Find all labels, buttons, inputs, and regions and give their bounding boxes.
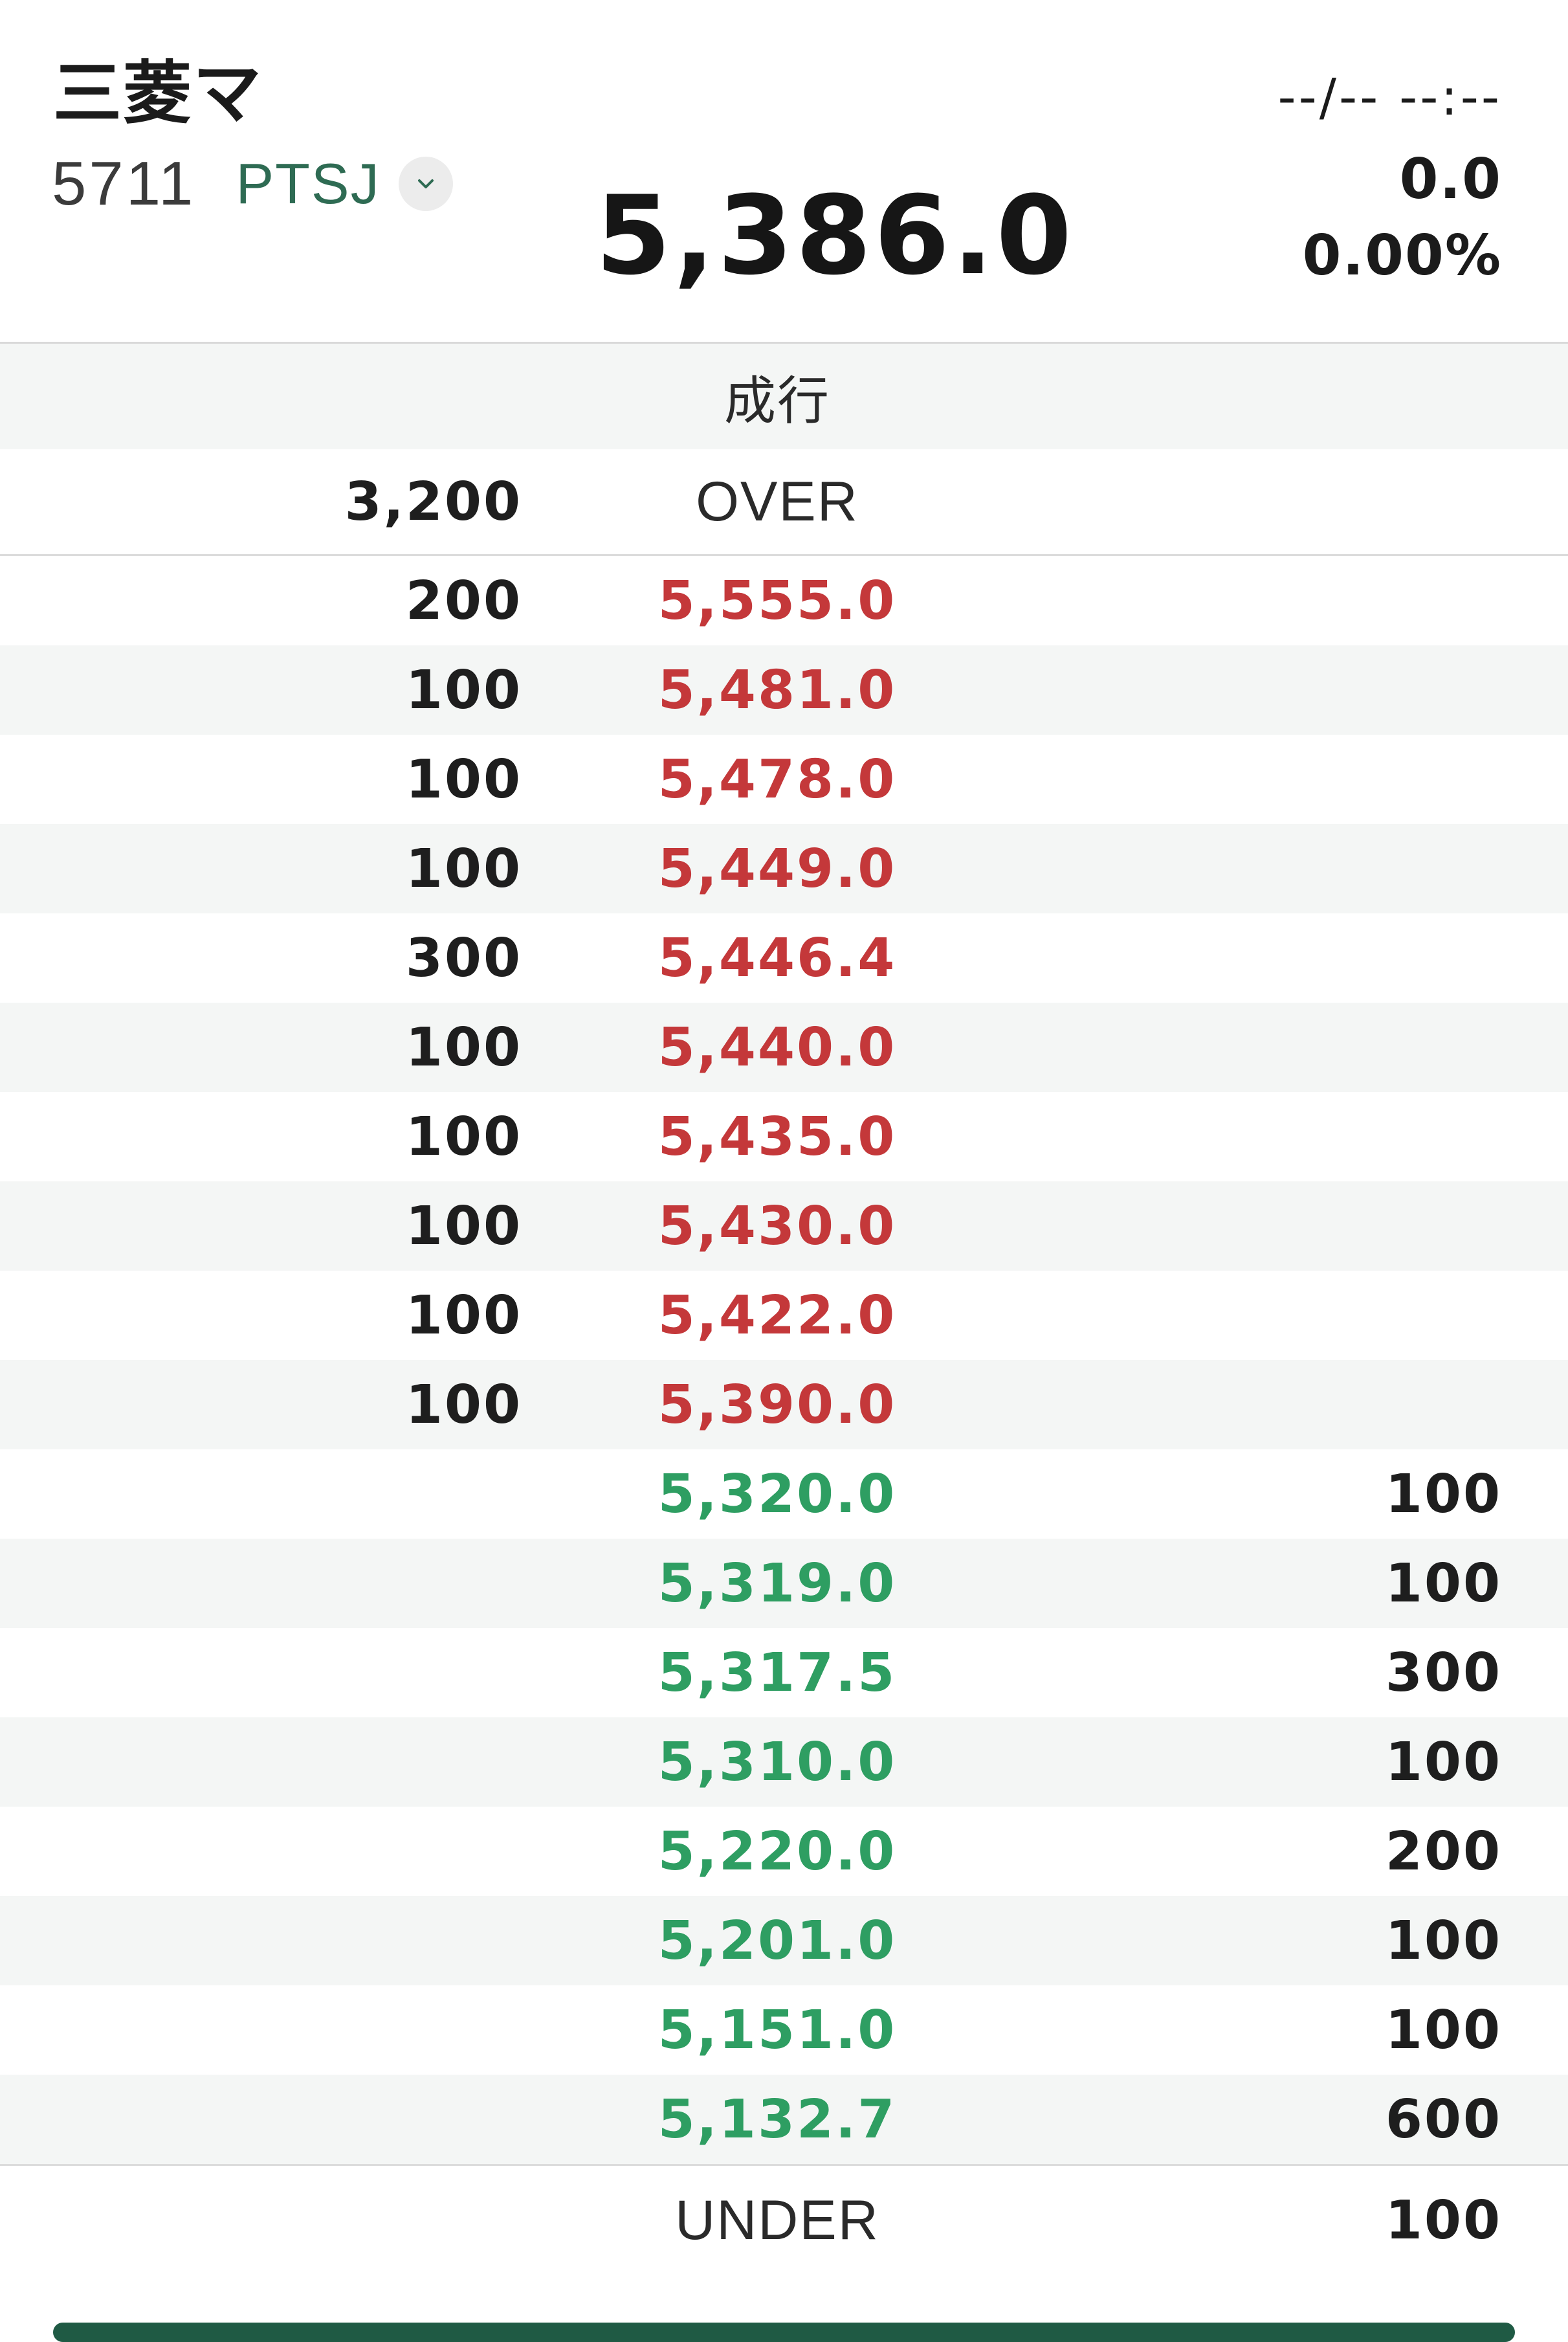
- ask-price[interactable]: 5,440.0: [658, 1003, 895, 1092]
- price-change-block: --/-- --:-- 0.0 0.00%: [1277, 72, 1502, 284]
- ask-row[interactable]: 100 5,449.0: [0, 824, 1568, 913]
- market-dropdown-button[interactable]: [398, 157, 453, 211]
- bid-qty: 100: [1385, 1910, 1502, 1972]
- bid-price[interactable]: 5,220.0: [658, 1807, 895, 1896]
- ask-qty: 100: [405, 1284, 522, 1346]
- bid-price[interactable]: 5,319.0: [658, 1539, 895, 1628]
- quote-header: 三菱マ 5711 PTSJ 5,386.0 --/-- --:-- 0.0 0.…: [0, 0, 1568, 342]
- bid-price[interactable]: 5,201.0: [658, 1896, 895, 1985]
- over-qty: 3,200: [344, 471, 522, 533]
- stock-code: 5711: [52, 149, 196, 218]
- bid-price[interactable]: 5,132.7: [658, 2075, 895, 2164]
- ask-price[interactable]: 5,555.0: [658, 556, 895, 645]
- ask-row[interactable]: 100 5,440.0: [0, 1003, 1568, 1092]
- bid-qty: 600: [1385, 2088, 1502, 2150]
- ask-qty: 300: [405, 927, 522, 989]
- ask-row[interactable]: 100 5,430.0: [0, 1181, 1568, 1271]
- order-book: 成行 3,200 OVER 200 5,555.0 100 5,481.0 100 5,4…: [0, 344, 1568, 2275]
- bid-row[interactable]: 5,310.0 100: [0, 1717, 1568, 1807]
- bid-qty: 100: [1385, 1731, 1502, 1793]
- ask-row[interactable]: 100 5,478.0: [0, 735, 1568, 824]
- ask-qty: 100: [405, 659, 522, 721]
- ask-qty: 100: [405, 1106, 522, 1168]
- bid-qty: 100: [1385, 1552, 1502, 1614]
- ask-price[interactable]: 5,478.0: [658, 735, 895, 824]
- ask-row[interactable]: 100 5,435.0: [0, 1092, 1568, 1181]
- timestamp: --/-- --:--: [1277, 69, 1502, 127]
- market-selector[interactable]: PTSJ: [236, 151, 380, 217]
- bid-row[interactable]: 5,220.0 200: [0, 1807, 1568, 1896]
- bid-price[interactable]: 5,320.0: [658, 1449, 895, 1539]
- bid-qty: 100: [1385, 1999, 1502, 2061]
- market-order-row: 成行: [0, 344, 1568, 449]
- stock-code-line: 5711 PTSJ: [52, 149, 453, 218]
- bid-row[interactable]: 5,320.0 100: [0, 1449, 1568, 1539]
- bid-qty: 100: [1385, 1463, 1502, 1525]
- over-label: OVER: [696, 470, 859, 533]
- ask-price[interactable]: 5,446.4: [658, 913, 895, 1003]
- ask-row[interactable]: 100 5,422.0: [0, 1271, 1568, 1360]
- ask-rows: 200 5,555.0 100 5,481.0 100 5,478.0 100 5,449.0…: [0, 556, 1568, 1449]
- action-bar[interactable]: [53, 2323, 1515, 2342]
- bid-row[interactable]: 5,317.5 300: [0, 1628, 1568, 1717]
- ask-price[interactable]: 5,435.0: [658, 1092, 895, 1181]
- bid-row[interactable]: 5,151.0 100: [0, 1985, 1568, 2075]
- ask-price[interactable]: 5,422.0: [658, 1271, 895, 1360]
- bid-qty: 200: [1385, 1820, 1502, 1882]
- ask-price[interactable]: 5,430.0: [658, 1181, 895, 1271]
- ask-qty: 100: [405, 1195, 522, 1257]
- bid-price[interactable]: 5,310.0: [658, 1717, 895, 1807]
- current-price: 5,386.0: [595, 172, 1075, 299]
- bid-row[interactable]: 5,319.0 100: [0, 1539, 1568, 1628]
- market-order-label: 成行: [724, 370, 830, 431]
- bid-rows: 5,320.0 100 5,319.0 100 5,317.5 300 5,310.0 100…: [0, 1449, 1568, 2164]
- under-label: UNDER: [675, 2189, 879, 2251]
- stock-name: 三菱マ: [53, 54, 263, 133]
- ask-row[interactable]: 200 5,555.0: [0, 556, 1568, 645]
- ask-qty: 200: [405, 570, 522, 632]
- ask-price[interactable]: 5,481.0: [658, 645, 895, 735]
- ask-qty: 100: [405, 838, 522, 900]
- under-row: UNDER 100: [0, 2166, 1568, 2275]
- ask-row[interactable]: 100 5,481.0: [0, 645, 1568, 735]
- ask-qty: 100: [405, 748, 522, 810]
- over-row: 3,200 OVER: [0, 449, 1568, 554]
- ask-row[interactable]: 100 5,390.0: [0, 1360, 1568, 1449]
- chevron-down-icon: [417, 179, 434, 188]
- ask-row[interactable]: 300 5,446.4: [0, 913, 1568, 1003]
- ask-price[interactable]: 5,390.0: [658, 1360, 895, 1449]
- price-change: 0.0: [1399, 147, 1502, 212]
- bid-qty: 300: [1385, 1642, 1502, 1704]
- ask-qty: 100: [405, 1374, 522, 1436]
- ask-price[interactable]: 5,449.0: [658, 824, 895, 913]
- bid-row[interactable]: 5,132.7 600: [0, 2075, 1568, 2164]
- bid-row[interactable]: 5,201.0 100: [0, 1896, 1568, 1985]
- ask-qty: 100: [405, 1016, 522, 1078]
- bid-price[interactable]: 5,317.5: [658, 1628, 895, 1717]
- bid-price[interactable]: 5,151.0: [658, 1985, 895, 2075]
- under-qty: 100: [1385, 2189, 1502, 2251]
- price-change-percent: 0.00%: [1302, 223, 1502, 288]
